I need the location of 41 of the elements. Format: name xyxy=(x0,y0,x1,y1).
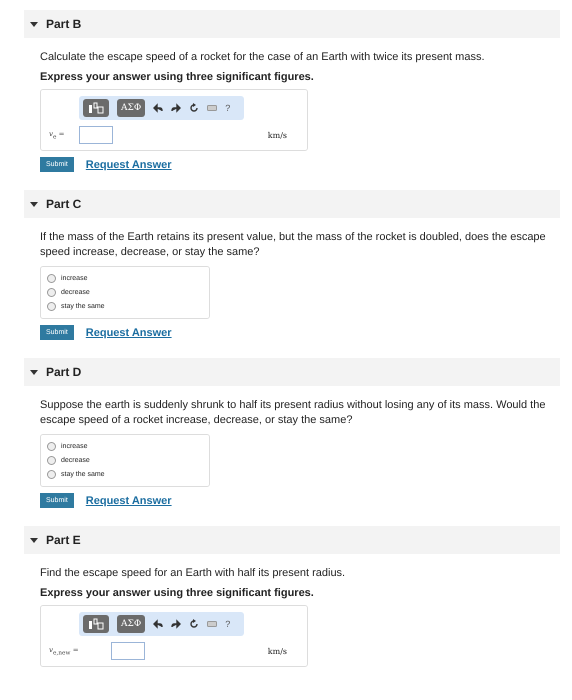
instruction-text: Express your answer using three significant figures. xyxy=(40,587,315,599)
unit-label: km/s xyxy=(268,130,287,140)
radio-button[interactable] xyxy=(47,288,56,297)
template-icon[interactable] xyxy=(83,99,109,117)
answer-input[interactable] xyxy=(111,642,145,660)
radio-button[interactable] xyxy=(47,442,56,451)
question-text: Suppose the earth is suddenly shrunk to half its present radius without losing any of its mass. Would the escape speed of a rocket increase, decrease, or stay the same? xyxy=(40,398,546,428)
reset-icon[interactable] xyxy=(189,619,200,629)
keyboard-icon[interactable] xyxy=(207,103,218,113)
help-icon[interactable]: ? xyxy=(225,103,230,113)
instruction-text: Express your answer using three significant figures. xyxy=(40,71,315,83)
part-header[interactable]: Part E xyxy=(24,526,560,554)
keyboard-icon[interactable] xyxy=(207,619,218,629)
answer-input[interactable] xyxy=(79,126,113,144)
part-header[interactable]: Part C xyxy=(24,190,560,218)
symbols-button[interactable]: ΑΣΦ xyxy=(117,99,146,117)
radio-button[interactable] xyxy=(47,274,56,283)
question-text: If the mass of the Earth retains its present value, but the mass of the rocket is doubled, does the escape speed increase, decrease, or stay the same? xyxy=(40,230,547,260)
part-title: Part B xyxy=(46,17,82,31)
template-icon[interactable] xyxy=(83,615,109,633)
request-answer-link[interactable]: Request Answer xyxy=(86,158,172,170)
request-answer-link[interactable]: Request Answer xyxy=(86,494,172,506)
radio-button[interactable] xyxy=(47,470,56,479)
unit-label: km/s xyxy=(268,646,287,656)
radio-button[interactable] xyxy=(47,302,56,311)
part-title: Part D xyxy=(46,365,82,379)
request-answer-link[interactable]: Request Answer xyxy=(86,326,172,338)
symbols-button[interactable]: ΑΣΦ xyxy=(117,615,146,633)
reset-icon[interactable] xyxy=(189,103,200,113)
part-header[interactable]: Part D xyxy=(24,358,560,386)
undo-icon[interactable] xyxy=(153,619,164,629)
part-title: Part E xyxy=(46,533,81,547)
part-header[interactable]: Part B xyxy=(24,10,560,38)
part-title: Part C xyxy=(46,197,82,211)
redo-icon[interactable] xyxy=(171,103,182,113)
radio-button[interactable] xyxy=(47,456,56,465)
redo-icon[interactable] xyxy=(171,619,182,629)
help-icon[interactable]: ? xyxy=(225,619,230,629)
question-text: Find the escape speed for an Earth with half its present radius. xyxy=(40,566,346,581)
undo-icon[interactable] xyxy=(153,103,164,113)
question-text: Calculate the escape speed of a rocket for the case of an Earth with twice its present mass. xyxy=(40,50,486,65)
